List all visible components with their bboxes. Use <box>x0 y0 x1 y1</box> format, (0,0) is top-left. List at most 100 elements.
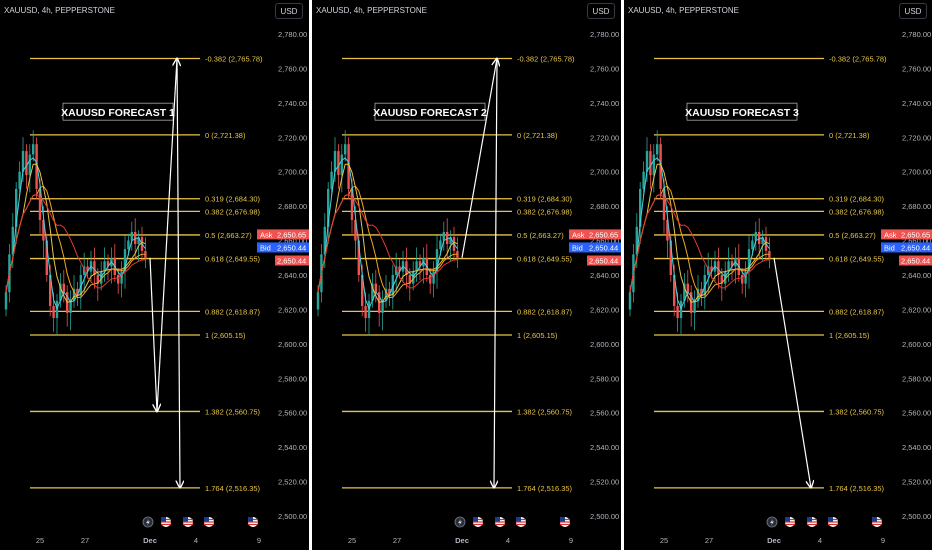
y-tick-label: 2,540.00 <box>902 443 931 452</box>
y-tick-label: 2,500.00 <box>278 512 307 521</box>
last-price: 2,650.44 <box>589 257 618 266</box>
x-tick-label: 4 <box>194 536 198 545</box>
chart-svg[interactable]: 2,780.00 2,760.00 2,740.00 2,720.00 2,700.00… <box>0 0 309 550</box>
y-tick-label: 2,580.00 <box>590 374 619 383</box>
moving-average-line <box>629 157 770 310</box>
moving-average-line <box>317 157 458 310</box>
candle-body <box>69 300 72 313</box>
y-tick-label: 2,500.00 <box>590 512 619 521</box>
candle-body <box>340 154 343 176</box>
candle-body <box>52 305 55 319</box>
candle-body <box>28 154 31 176</box>
moving-average-line <box>5 185 146 298</box>
y-tick-label: 2,600.00 <box>590 340 619 349</box>
fib-level-label: 0.382 (2,676.98) <box>205 207 261 216</box>
chart-svg[interactable]: 2,780.00 2,760.00 2,740.00 2,720.00 2,700.00… <box>624 0 932 550</box>
y-tick-label: 2,640.00 <box>590 271 619 280</box>
fib-level-label: 0 (2,721.38) <box>205 131 246 140</box>
y-tick-label: 2,520.00 <box>590 478 619 487</box>
fib-level-label: 0.319 (2,684.30) <box>829 195 885 204</box>
bid-price: 2,650.44 <box>901 243 930 252</box>
candle-body <box>130 231 133 241</box>
candle-body <box>32 144 35 155</box>
candle-body <box>374 283 377 293</box>
y-tick-label: 2,720.00 <box>590 133 619 142</box>
chart-title: XAUUSD FORECAST 3 <box>685 107 799 119</box>
ask-price: 2,650.65 <box>277 230 306 239</box>
chart-svg[interactable]: 2,780.00 2,760.00 2,740.00 2,720.00 2,700.00… <box>312 0 621 550</box>
y-tick-label: 2,680.00 <box>590 202 619 211</box>
chart-title: XAUUSD FORECAST 2 <box>373 107 487 119</box>
candle-body <box>754 231 757 241</box>
y-tick-label: 2,760.00 <box>902 64 931 73</box>
y-tick-label: 2,560.00 <box>278 409 307 418</box>
y-tick-label: 2,720.00 <box>902 133 931 142</box>
us-flag-icon <box>828 517 838 527</box>
y-tick-label: 2,640.00 <box>902 271 931 280</box>
last-price: 2,650.44 <box>277 257 306 266</box>
y-tick-label: 2,780.00 <box>278 30 307 39</box>
x-tick-label: 27 <box>81 536 89 545</box>
us-flag-icon <box>473 517 483 527</box>
fib-level-label: 0.319 (2,684.30) <box>205 195 261 204</box>
candle-body <box>381 300 384 313</box>
candle-body <box>337 151 340 176</box>
us-flag-icon <box>807 517 817 527</box>
fib-level-label: -0.382 (2,765.78) <box>205 54 263 63</box>
y-tick-label: 2,600.00 <box>902 340 931 349</box>
us-flag-icon <box>872 517 882 527</box>
x-tick-label: Dec <box>455 536 469 545</box>
fib-level-label: 0.5 (2,663.27) <box>517 231 564 240</box>
candle-body <box>364 305 367 319</box>
candle-body <box>4 292 8 310</box>
candle-body <box>21 151 25 172</box>
candle-body <box>127 240 130 250</box>
candle-body <box>344 144 347 155</box>
forecast-arrow <box>177 58 180 487</box>
candle-body <box>645 151 649 172</box>
y-tick-label: 2,780.00 <box>590 30 619 39</box>
candle-body <box>446 231 449 245</box>
fib-level-label: 0.618 (2,649.55) <box>205 255 261 264</box>
fib-level-label: 1.382 (2,560.75) <box>205 407 261 416</box>
x-tick-label: 9 <box>569 536 573 545</box>
fib-level-label: 0 (2,721.38) <box>829 131 870 140</box>
candle-body <box>628 292 632 310</box>
fib-level-label: 1.764 (2,516.35) <box>829 484 885 493</box>
last-price: 2,650.44 <box>901 257 930 266</box>
candle-body <box>758 231 761 245</box>
y-tick-label: 2,780.00 <box>902 30 931 39</box>
bid-price: 2,650.44 <box>589 243 618 252</box>
fib-level-label: 1.382 (2,560.75) <box>829 407 885 416</box>
y-tick-label: 2,740.00 <box>590 99 619 108</box>
candle-body <box>751 240 754 250</box>
moving-average-line <box>5 194 146 293</box>
us-flag-icon <box>495 517 505 527</box>
candle-body <box>429 275 432 284</box>
fib-level-label: 0.5 (2,663.27) <box>205 231 252 240</box>
ask-price: 2,650.65 <box>589 230 618 239</box>
y-tick-label: 2,700.00 <box>278 168 307 177</box>
candle-body <box>134 231 137 245</box>
fib-level-label: 0.5 (2,663.27) <box>829 231 876 240</box>
fib-level-label: 0 (2,721.38) <box>517 131 558 140</box>
candle-body <box>62 283 65 293</box>
fib-level-label: 0.382 (2,676.98) <box>829 207 885 216</box>
fib-level-label: 1 (2,605.15) <box>829 331 870 340</box>
x-tick-label: 4 <box>818 536 822 545</box>
moving-average-line <box>5 157 146 310</box>
y-tick-label: 2,600.00 <box>278 340 307 349</box>
forecast-arrow <box>494 58 497 487</box>
fib-level-label: 1.764 (2,516.35) <box>517 484 573 493</box>
y-tick-label: 2,580.00 <box>902 374 931 383</box>
lightning-icon <box>766 516 778 528</box>
fib-level-label: 1 (2,605.15) <box>205 331 246 340</box>
y-tick-label: 2,640.00 <box>278 271 307 280</box>
y-tick-label: 2,680.00 <box>278 202 307 211</box>
fib-level-label: 0.382 (2,676.98) <box>517 207 573 216</box>
us-flag-icon <box>204 517 214 527</box>
y-tick-label: 2,680.00 <box>902 202 931 211</box>
fib-level-label: 0.882 (2,618.87) <box>829 307 885 316</box>
fib-level-label: 0.882 (2,618.87) <box>517 307 573 316</box>
us-flag-icon <box>183 517 193 527</box>
